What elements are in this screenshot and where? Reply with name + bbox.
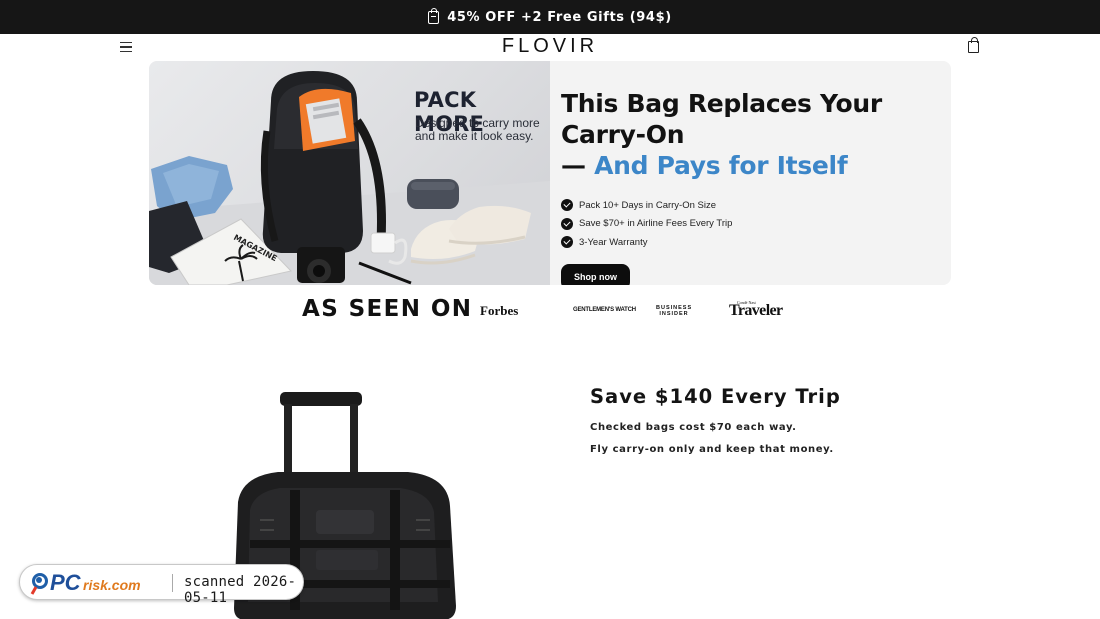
shop-now-button[interactable]: Shop now bbox=[561, 263, 630, 285]
benefit-item: 3-Year Warranty bbox=[561, 233, 941, 252]
hero-headline-dash: — bbox=[561, 151, 586, 180]
benefit-item: Save $70+ in Airline Fees Every Trip bbox=[561, 215, 941, 234]
svg-text:risk.com: risk.com bbox=[83, 577, 141, 593]
savings-title: Save $140 Every Trip bbox=[590, 385, 841, 408]
savings-line-2: Fly carry-on only and keep that money. bbox=[590, 444, 834, 455]
traveler-logo-text: Traveler bbox=[729, 302, 783, 319]
brand-logo[interactable]: FLOVIR bbox=[0, 35, 1100, 58]
benefit-list: Pack 10+ Days in Carry-On Size Save $70+… bbox=[561, 196, 941, 252]
hero-headline: This Bag Replaces Your Carry-On — And Pa… bbox=[561, 88, 941, 181]
hero-content: This Bag Replaces Your Carry-On — And Pa… bbox=[561, 88, 941, 285]
business-insider-text: BUSINESS INSIDER bbox=[656, 305, 693, 317]
announcement-bar: 45% OFF +2 Free Gifts (94$) bbox=[0, 0, 1100, 34]
forbes-logo: Forbes bbox=[480, 303, 519, 318]
hero-banner: MAGAZINE PACK MORE Designed to carry mor… bbox=[149, 61, 951, 285]
hero-image-subtitle: Designed to carry more and make it look … bbox=[415, 116, 540, 143]
hero-product-image: MAGAZINE PACK MORE Designed to carry mor… bbox=[149, 61, 550, 285]
benefit-item: Pack 10+ Days in Carry-On Size bbox=[561, 196, 941, 215]
announcement-text: 45% OFF +2 Free Gifts (94$) bbox=[447, 9, 672, 25]
hero-headline-accent: And Pays for Itself bbox=[594, 151, 848, 180]
benefit-text: Save $70+ in Airline Fees Every Trip bbox=[579, 218, 733, 230]
gentlemens-watch-logo: GENTLEMEN'S WATCH bbox=[573, 307, 636, 313]
gift-icon bbox=[428, 7, 440, 24]
svg-text:PC: PC bbox=[50, 570, 82, 595]
check-circle-icon bbox=[561, 217, 573, 230]
savings-line-1: Checked bags cost $70 each way. bbox=[590, 422, 797, 433]
traveler-logo: Condé Nast Traveler bbox=[729, 300, 783, 320]
shopping-bag-icon[interactable] bbox=[968, 37, 979, 53]
benefit-text: 3-Year Warranty bbox=[579, 236, 648, 248]
check-circle-icon bbox=[561, 199, 573, 212]
benefit-text: Pack 10+ Days in Carry-On Size bbox=[579, 199, 717, 211]
pcrisk-logo: PC risk.com bbox=[30, 570, 141, 595]
business-insider-logo: BUSINESS INSIDER bbox=[656, 305, 692, 317]
as-seen-on-heading: AS SEEN ON bbox=[302, 296, 473, 322]
pcrisk-watermark: PC risk.com scanned 2026-05-11 bbox=[19, 564, 304, 606]
watermark-separator bbox=[172, 574, 173, 592]
check-circle-icon bbox=[561, 236, 573, 249]
scanned-date: scanned 2026-05-11 bbox=[184, 574, 297, 606]
hero-headline-part1: This Bag Replaces Your Carry-On bbox=[561, 89, 882, 149]
site-header: FLOVIR bbox=[0, 34, 1100, 61]
